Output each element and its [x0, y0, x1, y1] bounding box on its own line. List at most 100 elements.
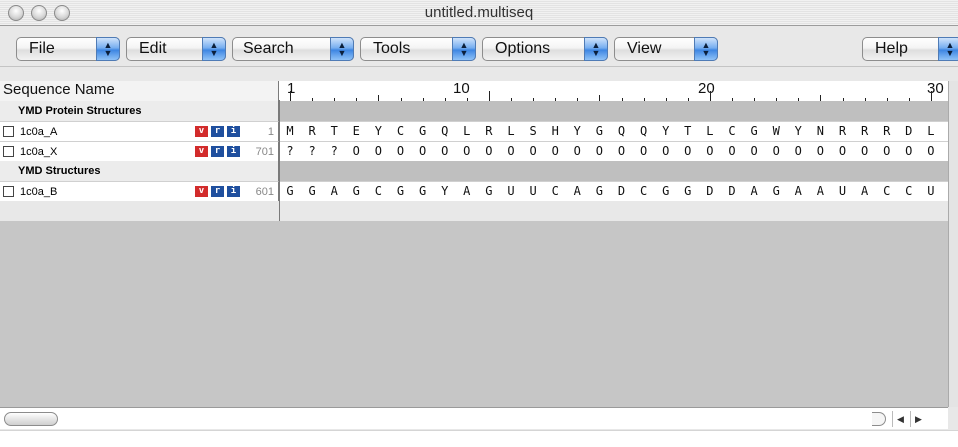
residue-cell[interactable]: R: [833, 124, 853, 138]
residue-cell[interactable]: G: [391, 184, 411, 198]
i-badge-icon[interactable]: i: [227, 146, 240, 157]
residue-cell[interactable]: D: [722, 184, 742, 198]
residue-cell[interactable]: A: [788, 184, 808, 198]
residue-cell[interactable]: N: [810, 124, 830, 138]
residue-cell[interactable]: Y: [435, 184, 455, 198]
i-badge-icon[interactable]: i: [227, 126, 240, 137]
residue-cell[interactable]: C: [368, 184, 388, 198]
residue-cell[interactable]: U: [921, 184, 941, 198]
residue-cell[interactable]: ?: [280, 144, 300, 158]
residue-cell[interactable]: G: [678, 184, 698, 198]
residue-cell[interactable]: G: [589, 124, 609, 138]
i-badge-icon[interactable]: i: [227, 186, 240, 197]
file-menu-button[interactable]: File ▲ ▼: [16, 37, 120, 61]
residue-cell[interactable]: G: [744, 124, 764, 138]
residue-cell[interactable]: U: [501, 184, 521, 198]
v-badge-icon[interactable]: v: [195, 186, 208, 197]
residue-cell[interactable]: T: [324, 124, 344, 138]
residue-cell[interactable]: G: [280, 184, 300, 198]
sequence-checkbox[interactable]: [3, 186, 14, 197]
residue-cell[interactable]: R: [855, 124, 875, 138]
residue-cell[interactable]: G: [346, 184, 366, 198]
residue-cell[interactable]: G: [589, 184, 609, 198]
residue-cell[interactable]: O: [833, 144, 853, 158]
residue-cell[interactable]: O: [810, 144, 830, 158]
residue-cell[interactable]: D: [700, 184, 720, 198]
residue-cell[interactable]: O: [413, 144, 433, 158]
residue-cell[interactable]: O: [346, 144, 366, 158]
residue-cell[interactable]: A: [855, 184, 875, 198]
residue-cell[interactable]: S: [523, 124, 543, 138]
residue-cell[interactable]: O: [700, 144, 720, 158]
residue-cell[interactable]: O: [457, 144, 477, 158]
options-menu-button[interactable]: Options ▲ ▼: [482, 37, 608, 61]
residue-cell[interactable]: D: [899, 124, 919, 138]
residue-cell[interactable]: H: [545, 124, 565, 138]
residue-cell[interactable]: Q: [612, 124, 632, 138]
residue-cell[interactable]: A: [810, 184, 830, 198]
v-badge-icon[interactable]: v: [195, 146, 208, 157]
scroll-right-icon[interactable]: ▶: [910, 411, 926, 427]
residue-cell[interactable]: G: [656, 184, 676, 198]
residue-cell[interactable]: C: [877, 184, 897, 198]
residue-cell[interactable]: O: [744, 144, 764, 158]
residue-cell[interactable]: O: [855, 144, 875, 158]
residue-cell[interactable]: U: [523, 184, 543, 198]
tools-menu-button[interactable]: Tools ▲ ▼: [360, 37, 476, 61]
residue-cell[interactable]: O: [501, 144, 521, 158]
residue-cell[interactable]: W: [766, 124, 786, 138]
residue-cell[interactable]: M: [280, 124, 300, 138]
residue-cell[interactable]: O: [656, 144, 676, 158]
title-bar[interactable]: untitled.multiseq: [0, 0, 958, 26]
group-label[interactable]: YMD Protein Structures: [0, 101, 279, 121]
residue-cell[interactable]: T: [678, 124, 698, 138]
group-label[interactable]: YMD Structures: [0, 161, 279, 181]
residue-cell[interactable]: O: [722, 144, 742, 158]
residue-cell[interactable]: O: [877, 144, 897, 158]
r-badge-icon[interactable]: r: [211, 126, 224, 137]
residue-cell[interactable]: A: [567, 184, 587, 198]
residue-cell[interactable]: O: [479, 144, 499, 158]
residue-cell[interactable]: O: [435, 144, 455, 158]
residue-cell[interactable]: ?: [302, 144, 322, 158]
help-menu-button[interactable]: Help ▲ ▼: [862, 37, 958, 61]
sequence-name-cell[interactable]: 1c0a_A v r i 1: [0, 121, 279, 141]
horizontal-scrollbar[interactable]: ◀ ▶: [0, 407, 948, 429]
position-ruler[interactable]: 1 10 20 30: [280, 81, 954, 101]
residue-cell[interactable]: O: [545, 144, 565, 158]
residue-cell[interactable]: O: [391, 144, 411, 158]
residue-cell[interactable]: D: [612, 184, 632, 198]
sequence-checkbox[interactable]: [3, 146, 14, 157]
residue-cell[interactable]: Q: [634, 124, 654, 138]
residue-cell[interactable]: A: [324, 184, 344, 198]
residue-cell[interactable]: L: [921, 124, 941, 138]
residue-cell[interactable]: G: [302, 184, 322, 198]
sequence-name-header[interactable]: Sequence Name: [0, 81, 279, 101]
residue-cell[interactable]: A: [744, 184, 764, 198]
search-menu-button[interactable]: Search ▲ ▼: [232, 37, 354, 61]
residue-cell[interactable]: O: [634, 144, 654, 158]
r-badge-icon[interactable]: r: [211, 146, 224, 157]
residue-cell[interactable]: R: [302, 124, 322, 138]
empty-alignment-area[interactable]: [0, 221, 948, 407]
sequence-name-cell[interactable]: 1c0a_X v r i 701: [0, 141, 279, 161]
residue-cell[interactable]: Q: [435, 124, 455, 138]
r-badge-icon[interactable]: r: [211, 186, 224, 197]
horizontal-scroll-thumb[interactable]: [4, 412, 58, 426]
v-badge-icon[interactable]: v: [195, 126, 208, 137]
residue-cell[interactable]: Y: [567, 124, 587, 138]
scroll-left-icon[interactable]: ◀: [892, 411, 908, 427]
residue-cell[interactable]: L: [501, 124, 521, 138]
residue-cell[interactable]: C: [634, 184, 654, 198]
residue-cell[interactable]: R: [479, 124, 499, 138]
residue-cell[interactable]: C: [545, 184, 565, 198]
residue-cell[interactable]: L: [700, 124, 720, 138]
residue-cell[interactable]: A: [457, 184, 477, 198]
residue-cell[interactable]: O: [766, 144, 786, 158]
residue-cell[interactable]: Y: [368, 124, 388, 138]
residue-cell[interactable]: C: [899, 184, 919, 198]
residue-cell[interactable]: G: [479, 184, 499, 198]
residue-cell[interactable]: O: [788, 144, 808, 158]
sequence-residues[interactable]: ??? O O O O O O O O O O O O O O O O O O O O O O O O O O O: [280, 141, 948, 161]
sequence-residues[interactable]: GGAGCGGYAGUUCAGDCGGDDAGAAUACCU: [280, 181, 948, 201]
